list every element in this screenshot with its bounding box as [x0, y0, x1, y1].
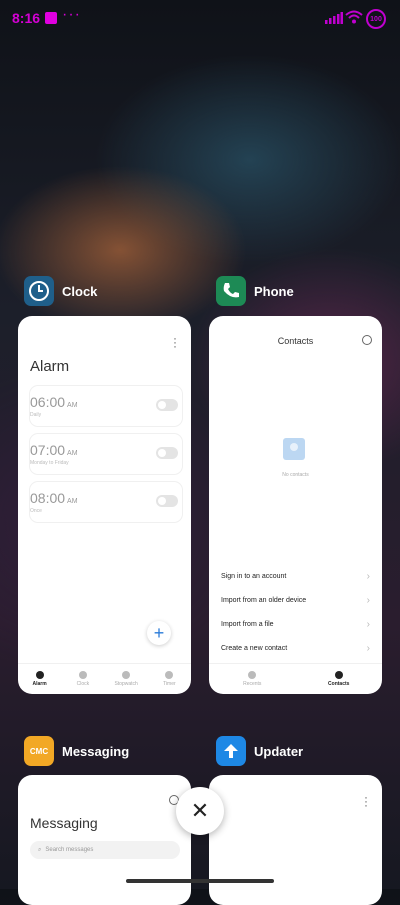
alarm-repeat: Once: [30, 508, 42, 514]
settings-icon: [362, 335, 372, 345]
alarm-item: 06:00 AM Daily: [30, 386, 182, 426]
alarm-toggle: [156, 495, 178, 507]
contact-placeholder-icon: [283, 438, 305, 460]
wifi-icon: [345, 10, 363, 24]
nav-alarm: Alarm: [18, 664, 61, 694]
status-time: 8:16: [12, 10, 41, 26]
app-name: Phone: [254, 283, 294, 299]
arrow-up-icon: [216, 736, 246, 766]
stopwatch-icon: [122, 671, 131, 679]
app-header-updater[interactable]: Updater: [216, 736, 303, 766]
contacts-title: Contacts: [277, 336, 314, 346]
alarm-title: Alarm: [30, 358, 70, 375]
person-icon: [334, 671, 343, 679]
status-bar: 8:16 ··· 100: [0, 0, 400, 36]
app-name: Updater: [254, 743, 304, 759]
updater-app-card[interactable]: · · ·: [209, 775, 382, 905]
menu-create-contact: Create a new contact ›: [221, 642, 370, 654]
menu-import-device: Import from an older device ›: [221, 594, 370, 606]
alarm-icon: [35, 671, 44, 679]
close-all-button[interactable]: ✕: [176, 787, 224, 835]
alarm-ampm: AM: [67, 450, 78, 457]
alarm-time: 06:00: [30, 394, 66, 410]
alarm-item: 07:00 AM Monday to Friday: [30, 434, 182, 474]
alarm-repeat: Daily: [30, 412, 42, 418]
nav-stopwatch: Stopwatch: [105, 664, 148, 694]
phone-bottom-nav: Recents Contacts: [209, 663, 382, 694]
alarm-toggle: [156, 399, 178, 411]
app-header-phone[interactable]: Phone: [216, 276, 294, 306]
clock-icon: [24, 276, 54, 306]
menu-import-file: Import from a file ›: [221, 618, 370, 630]
chevron-right-icon: ›: [366, 642, 370, 654]
empty-state-text: No contacts: [282, 472, 309, 478]
clock-bottom-nav: Alarm Clock Stopwatch Timer: [18, 663, 191, 694]
phone-icon: [248, 671, 257, 679]
alarm-toggle: [156, 447, 178, 459]
chevron-right-icon: ›: [366, 570, 370, 582]
alarm-time: 08:00: [30, 490, 66, 506]
alarm-item: 08:00 AM Once: [30, 482, 182, 522]
search-icon: ⌕: [38, 846, 42, 853]
nav-timer: Timer: [148, 664, 191, 694]
clock-icon: [78, 671, 87, 679]
app-header-messaging[interactable]: CMC Messaging: [24, 736, 129, 766]
app-name: Clock: [62, 283, 98, 299]
app-header-clock[interactable]: Clock: [24, 276, 97, 306]
nav-contacts: Contacts: [296, 664, 383, 694]
phone-icon: [216, 276, 246, 306]
overflow-menu-icon: · · ·: [364, 790, 368, 812]
nav-recents: Recents: [209, 664, 296, 694]
signal-icon: [325, 12, 343, 24]
menu-sign-in: Sign in to an account ›: [221, 570, 370, 582]
messaging-title: Messaging: [30, 815, 98, 831]
battery-icon: 100: [366, 9, 386, 29]
alarm-repeat: Monday to Friday: [30, 460, 69, 466]
cmc-icon: CMC: [24, 736, 54, 766]
alarm-ampm: AM: [67, 402, 78, 409]
chevron-right-icon: ›: [366, 594, 370, 606]
messaging-app-card[interactable]: Messaging ⌕ Search messages: [18, 775, 191, 905]
clock-app-card[interactable]: · · · Alarm 06:00 AM Daily 07:00 AM Monday t…: [18, 316, 191, 694]
alarm-ampm: AM: [67, 498, 78, 505]
overflow-menu-icon: · · ·: [173, 331, 177, 353]
chevron-right-icon: ›: [366, 618, 370, 630]
notification-icon: [45, 12, 57, 24]
add-alarm-button: +: [147, 621, 171, 645]
more-notifications-icon: ···: [62, 6, 81, 23]
search-input: ⌕ Search messages: [30, 841, 180, 859]
alarm-time: 07:00: [30, 442, 66, 458]
app-name: Messaging: [62, 743, 130, 759]
timer-icon: [165, 671, 174, 679]
phone-app-card[interactable]: Contacts No contacts Sign in to an accou…: [209, 316, 382, 694]
nav-clock: Clock: [61, 664, 104, 694]
home-indicator[interactable]: [126, 879, 274, 883]
